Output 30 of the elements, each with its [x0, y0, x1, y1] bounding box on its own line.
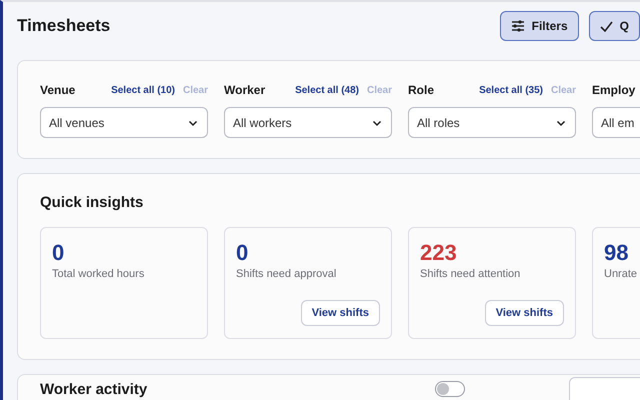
- page-title: Timesheets: [17, 16, 112, 36]
- sliders-icon: [510, 20, 525, 32]
- view-shifts-button[interactable]: View shifts: [300, 300, 380, 326]
- section-title: Worker activity: [40, 381, 148, 398]
- filter-label: Venue: [40, 83, 76, 97]
- insight-label: Shifts need approval: [236, 268, 338, 280]
- insight-value: 0: [52, 240, 66, 266]
- check-icon: [600, 20, 613, 32]
- filter-label: Employ: [592, 83, 636, 97]
- insight-label: Shifts need attention: [420, 268, 522, 280]
- select-all-link[interactable]: Select all (10): [111, 84, 175, 96]
- filter-dropdown[interactable]: All workers: [224, 107, 392, 138]
- filters-button[interactable]: Filters: [500, 11, 579, 41]
- filter-label: Worker: [224, 83, 266, 97]
- filter-dropdown[interactable]: All em: [592, 107, 640, 138]
- filter-label: Role: [408, 83, 436, 97]
- select-all-link[interactable]: Select all (35): [479, 84, 543, 96]
- insight-value: 223: [420, 240, 458, 266]
- filter-dropdown[interactable]: All venues: [40, 107, 208, 138]
- insight-label: Total worked hours: [52, 268, 146, 280]
- insight-value: 0: [236, 240, 250, 266]
- filter-dropdown[interactable]: All roles: [408, 107, 576, 138]
- toggle-switch[interactable]: [435, 381, 465, 397]
- export-button[interactable]: [569, 377, 640, 400]
- action-button[interactable]: Q: [588, 11, 640, 41]
- select-all-link[interactable]: Select all (48): [295, 84, 359, 96]
- section-title: Quick insights: [40, 194, 144, 211]
- view-shifts-button[interactable]: View shifts: [484, 300, 564, 326]
- insight-value: 98: [604, 240, 630, 266]
- insight-label: Unrate: [604, 268, 638, 280]
